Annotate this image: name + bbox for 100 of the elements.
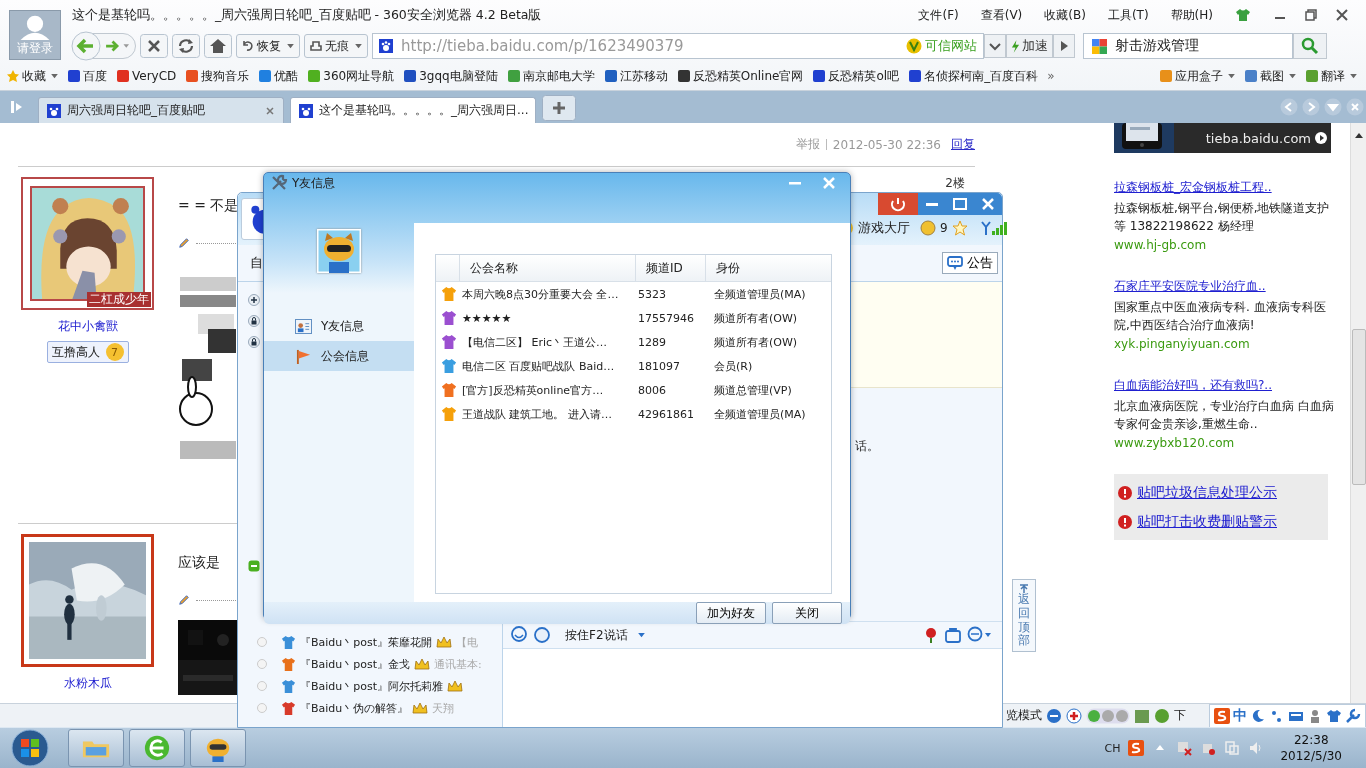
post-text: = = 不是 — [178, 197, 239, 215]
table-row[interactable]: [官方]反恐精英online官方… 8006 频道总管理(VP) — [436, 378, 831, 402]
back-button[interactable] — [71, 31, 101, 61]
menu-item[interactable]: 文件(F) — [918, 6, 959, 24]
rank-badge[interactable]: 互撸高人 7 — [46, 341, 129, 363]
restore-icon[interactable] — [1304, 8, 1318, 22]
taskbar-app[interactable] — [190, 729, 246, 767]
member-item[interactable]: 『Baidu丶post』茱靡花開 【电 — [238, 631, 502, 653]
language-indicator[interactable]: CH — [1104, 741, 1121, 755]
scrollbar[interactable] — [1350, 123, 1366, 703]
back-to-top-button[interactable]: 返回顶部 — [1012, 579, 1036, 653]
sidebar-item[interactable]: 公会信息 — [264, 341, 414, 371]
table-row[interactable]: 【电信二区】 Eric丶王道公… 1289 频道所有者(OW) — [436, 330, 831, 354]
notice-link[interactable]: 贴吧垃圾信息处理公示 — [1137, 483, 1277, 502]
toolbar-menu[interactable]: 截图 — [1244, 67, 1296, 85]
menu-item[interactable]: 帮助(H) — [1170, 6, 1213, 24]
browser-tab[interactable]: 周六强周日轮吧_百度贴吧 — [38, 97, 284, 123]
speed-up-button[interactable]: 加速 — [1006, 34, 1053, 58]
column-header[interactable]: 身份 — [706, 255, 831, 281]
scroll-thumb[interactable] — [1351, 329, 1366, 485]
address-bar[interactable]: http://tieba.baidu.com/p/1623490379 可信网站 — [372, 33, 984, 59]
lock-icon[interactable] — [248, 336, 260, 348]
network-icon[interactable] — [1176, 740, 1193, 756]
message-input[interactable] — [503, 648, 1002, 727]
column-header[interactable]: 公会名称 — [460, 255, 636, 281]
table-row[interactable]: 电信二区 百度贴吧战队 Baid… 181097 会员(R) — [436, 354, 831, 378]
username-link[interactable]: 水粉木瓜 — [63, 675, 112, 692]
dialog-button[interactable]: 加为好友 — [696, 602, 766, 624]
restore-button[interactable]: 恢复 — [236, 34, 300, 58]
bookmark-link[interactable]: 名侦探柯南_百度百科 — [908, 67, 1039, 85]
ad-title-link[interactable]: 石家庄平安医院专业治疗血.. — [1114, 278, 1334, 295]
close-icon[interactable] — [1335, 8, 1349, 22]
table-row[interactable]: ★★★★★ 17557946 频道所有者(OW) — [436, 306, 831, 330]
search-button[interactable] — [1293, 33, 1327, 59]
announcement-button[interactable]: 公告 — [942, 252, 998, 274]
play-button[interactable] — [1053, 34, 1075, 58]
sogou-icon[interactable] — [1128, 740, 1145, 756]
column-header[interactable]: 频道ID — [636, 255, 706, 281]
stop-button[interactable] — [140, 34, 168, 58]
star-icon[interactable] — [951, 220, 968, 236]
search-field[interactable]: 射击游戏管理 — [1083, 33, 1293, 59]
home-button[interactable] — [204, 34, 232, 58]
shirt-icon[interactable] — [1235, 8, 1251, 22]
bookmark-icon — [603, 69, 618, 83]
member-item[interactable]: 『Baidu丶post』金戈 通讯基本: — [238, 653, 502, 675]
scroll-up-icon[interactable] — [1353, 131, 1364, 139]
bookmark-link[interactable]: 搜狗音乐 — [185, 67, 250, 85]
clock[interactable]: 22:38 2012/5/30 — [1280, 732, 1342, 764]
table-row[interactable]: 本周六晚8点30分重要大会 全… 5323 全频道管理员(MA) — [436, 282, 831, 306]
ad-title-link[interactable]: 白血病能治好吗，还有救吗?.. — [1114, 377, 1334, 394]
power-button[interactable] — [878, 193, 918, 215]
bookmark-link[interactable]: 360网址导航 — [307, 67, 395, 85]
bookmark-link[interactable]: 百度 — [67, 67, 107, 85]
add-icon[interactable] — [248, 294, 260, 306]
dialog-button[interactable]: 关闭 — [772, 602, 842, 624]
ad-title-link[interactable]: 拉森钢板桩_宏金钢板桩工程.. — [1114, 179, 1334, 196]
game-hall-link[interactable]: 游戏大厅 — [858, 219, 910, 237]
browser-tab[interactable]: 这个是基轮吗。。。。。_周六强周日... — [290, 97, 536, 123]
ad-banner[interactable]: tieba.baidu.com — [1114, 123, 1331, 153]
favorites-menu[interactable]: 收藏 — [6, 67, 58, 85]
chat-bubble-icon[interactable] — [966, 626, 992, 644]
table-row[interactable]: 王道战队 建筑工地。 进入请… 42961861 全频道管理员(MA) — [436, 402, 831, 426]
bookmark-link[interactable]: 反恐精英ol吧 — [812, 67, 900, 85]
shield-icon[interactable] — [1066, 707, 1082, 724]
briefcase-icon[interactable] — [944, 626, 962, 644]
bookmark-link[interactable]: VeryCD — [116, 69, 177, 83]
channel-tab[interactable]: 自 — [250, 254, 263, 272]
start-button[interactable] — [10, 728, 50, 768]
menu-item[interactable]: 工具(T) — [1107, 6, 1149, 24]
trusted-site-badge[interactable]: 可信网站 — [906, 37, 977, 55]
menu-item[interactable]: 查看(V) — [980, 6, 1023, 24]
dropdown-button[interactable] — [984, 34, 1006, 58]
moon-icon[interactable] — [1250, 707, 1266, 724]
wrench-icon[interactable] — [1345, 707, 1361, 724]
private-mode-button[interactable]: 无痕 — [304, 34, 368, 58]
toggle-icon[interactable] — [1086, 707, 1130, 724]
reply-link[interactable]: 回复 — [951, 136, 975, 153]
bookmark-link[interactable]: 反恐精英Online官网 — [676, 67, 804, 85]
bookmark-link[interactable]: 南京邮电大学 — [506, 67, 595, 85]
input-method-bar[interactable]: 中 — [1209, 703, 1366, 728]
collapse-icon[interactable] — [248, 560, 260, 572]
menu-item[interactable]: 收藏(B) — [1044, 6, 1086, 24]
refresh-button[interactable] — [172, 34, 200, 58]
emoji-icon[interactable] — [511, 626, 529, 644]
bookmark-link[interactable]: 优酷 — [258, 67, 299, 85]
sidebar-item[interactable]: Y友信息 — [264, 311, 414, 341]
bookmark-link[interactable]: 3gqq电脑登陆 — [403, 67, 498, 85]
bookmark-link[interactable]: 江苏移动 — [603, 67, 668, 85]
push-to-talk-button[interactable]: 按住F2说话 — [565, 626, 645, 644]
toolbar-menu[interactable]: 应用盒子 — [1159, 67, 1235, 85]
member-item[interactable]: 『Baidu丶post』阿尔托莉雅 — [238, 675, 502, 697]
new-tab-button[interactable] — [542, 95, 576, 121]
toolbar-menu[interactable]: 翻译 — [1305, 67, 1357, 85]
member-item[interactable]: 『Baidu丶伪の解答』 天翔 — [238, 697, 502, 719]
shirt-icon[interactable] — [1326, 707, 1342, 724]
notice-link[interactable]: 贴吧打击收费删贴警示 — [1137, 512, 1277, 531]
username-link[interactable]: 花中小禽獸 — [57, 318, 118, 335]
close-icon[interactable] — [265, 105, 275, 116]
lock-icon[interactable] — [248, 315, 260, 327]
more-bookmarks-button[interactable]: » — [1047, 69, 1055, 83]
